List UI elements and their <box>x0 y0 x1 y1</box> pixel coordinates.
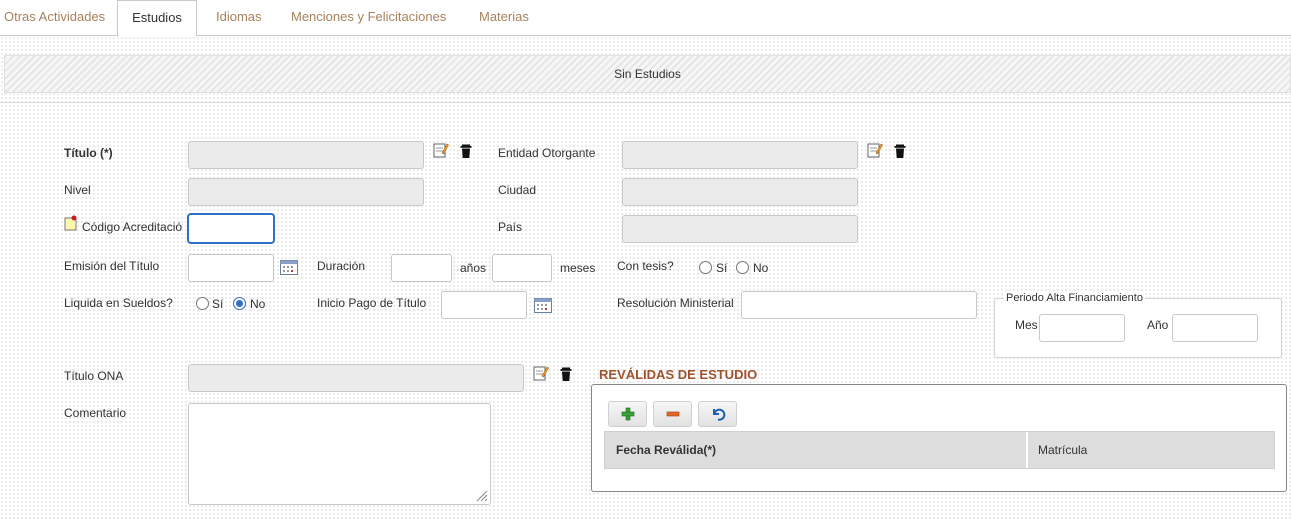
calendar-icon[interactable] <box>280 259 298 275</box>
codigo-label: Código Acreditació <box>82 220 183 234</box>
entidad-label: Entidad Otorgante <box>498 146 596 160</box>
codigo-acreditacion-input[interactable] <box>187 213 275 244</box>
entidad-field[interactable] <box>622 141 858 169</box>
anio-input[interactable] <box>1172 314 1258 342</box>
emision-input[interactable] <box>188 254 274 282</box>
contesis-label: Con tesis? <box>617 259 674 273</box>
titulo-field[interactable] <box>188 141 424 169</box>
undo-icon <box>712 408 725 421</box>
emision-label: Emisión del Título <box>64 259 160 273</box>
delete-titulo-ona-icon[interactable] <box>558 366 574 382</box>
ciudad-label: Ciudad <box>498 183 537 197</box>
remove-revalida-button[interactable] <box>653 401 692 427</box>
tab-idiomas[interactable]: Idiomas <box>202 0 276 36</box>
tab-estudios[interactable]: Estudios <box>117 0 197 37</box>
meses-label: meses <box>560 261 596 275</box>
liquida-si-label: Sí <box>212 297 224 311</box>
duracion-label: Duración <box>317 259 366 273</box>
col-fecha-revalida[interactable]: Fecha Reválida(*) <box>616 432 716 468</box>
revalidas-title: REVÁLIDAS DE ESTUDIO <box>599 367 758 382</box>
comentario-textarea[interactable] <box>188 403 491 505</box>
comentario-label: Comentario <box>64 406 127 420</box>
contesis-si-label: Sí <box>716 261 728 275</box>
resolucion-input[interactable] <box>741 291 977 319</box>
tab-menciones[interactable]: Menciones y Felicitaciones <box>277 0 460 36</box>
resolucion-label: Resolución Ministerial <box>617 296 734 310</box>
duracion-anios-input[interactable] <box>391 254 452 282</box>
resize-handle-icon[interactable] <box>474 488 488 502</box>
inicio-pago-label: Inicio Pago de Título <box>317 296 427 310</box>
calendar-icon[interactable] <box>534 297 552 313</box>
contesis-si-radio[interactable] <box>699 261 712 274</box>
nivel-field[interactable] <box>188 178 424 206</box>
edit-titulo-ona-icon[interactable] <box>533 365 549 381</box>
anios-label: años <box>460 261 487 275</box>
duracion-meses-input[interactable] <box>492 254 552 282</box>
contesis-no-label: No <box>753 261 769 275</box>
delete-titulo-icon[interactable] <box>458 143 474 159</box>
column-divider <box>1026 432 1028 468</box>
add-revalida-button[interactable] <box>608 401 647 427</box>
edit-titulo-icon[interactable] <box>433 142 449 158</box>
contesis-no-radio[interactable] <box>736 261 749 274</box>
tab-bar: Otras Actividades Estudios Idiomas Menci… <box>0 0 1291 37</box>
note-icon[interactable] <box>64 215 80 231</box>
liquida-no-radio[interactable] <box>233 297 246 310</box>
col-matricula[interactable]: Matrícula <box>1038 432 1087 468</box>
nivel-label: Nivel <box>64 183 91 197</box>
anio-label: Año <box>1147 318 1169 332</box>
pais-label: País <box>498 220 523 234</box>
titulo-ona-field[interactable] <box>188 364 524 392</box>
liquida-si-radio[interactable] <box>196 297 209 310</box>
minus-icon <box>666 411 679 417</box>
liquida-no-label: No <box>250 297 266 311</box>
mes-label: Mes <box>1015 318 1038 332</box>
delete-entidad-icon[interactable] <box>892 143 908 159</box>
tab-materias[interactable]: Materias <box>465 0 543 36</box>
periodo-legend: Periodo Alta Financiamiento <box>1004 292 1145 304</box>
status-banner: Sin Estudios <box>4 55 1291 93</box>
titulo-label: Título (*) <box>64 146 113 160</box>
edit-entidad-icon[interactable] <box>867 142 883 158</box>
undo-revalida-button[interactable] <box>698 401 737 427</box>
mes-input[interactable] <box>1039 314 1125 342</box>
divider <box>0 102 1291 103</box>
plus-icon <box>621 407 634 421</box>
pais-field[interactable] <box>622 215 858 243</box>
tab-otras-actividades[interactable]: Otras Actividades <box>0 0 119 36</box>
inicio-pago-input[interactable] <box>441 291 527 319</box>
liquida-label: Liquida en Sueldos? <box>64 296 173 310</box>
ciudad-field[interactable] <box>622 178 858 206</box>
titulo-ona-label: Título ONA <box>64 369 124 383</box>
